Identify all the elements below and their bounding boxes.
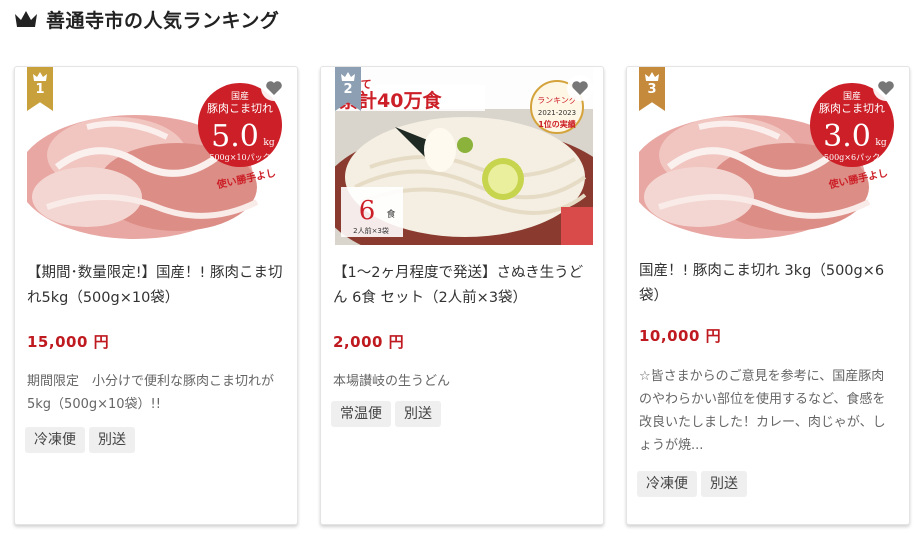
product-description: 本場讃岐の生うどん	[333, 374, 451, 389]
product-card[interactable]: 国産 豚肉こま切れ 3.0 kg 500g×6パック 使い勝手よし 3 国産！!…	[626, 66, 910, 525]
award-years: 2021-2023	[538, 109, 576, 117]
crown-icon	[15, 11, 37, 27]
tag-badge: 冷凍便	[25, 427, 85, 453]
crown-icon	[341, 72, 355, 81]
award-sub: 1位の実績	[538, 119, 576, 129]
product-image[interactable]: ばれて 累計40万食 ランキング 2021-2023 1位の実績 6 食 2人前…	[335, 67, 593, 245]
favorite-button[interactable]	[261, 75, 287, 101]
rank-number: 3	[647, 82, 657, 97]
heart-icon	[572, 81, 588, 95]
product-image[interactable]: 国産 豚肉こま切れ 3.0 kg 500g×6パック 使い勝手よし	[639, 67, 897, 245]
product-image[interactable]: 国産 豚肉こま切れ 5.0 kg 500g×10パック 使い勝手よし	[27, 67, 285, 245]
ranking-header: 善通寺市の人気ランキング	[14, 6, 279, 32]
product-name[interactable]: 【1～2ヶ月程度で発送】さぬき生うどん 6食 セット（2人前×3袋）	[333, 261, 595, 311]
favorite-button[interactable]	[567, 75, 593, 101]
crown-icon	[645, 72, 659, 81]
badge-line1: 国産	[231, 90, 249, 102]
tag-list: 常温便 別送	[331, 401, 445, 427]
product-price: 10,000 円	[639, 327, 722, 345]
badge-line1: 国産	[843, 90, 861, 102]
badge-amount: 3.0	[823, 119, 871, 154]
tag-badge: 別送	[701, 471, 747, 497]
product-price: 15,000 円	[27, 333, 110, 351]
serving-sub: 2人前×3袋	[353, 226, 389, 235]
serving-unit: 食	[386, 208, 395, 220]
tag-badge: 冷凍便	[637, 471, 697, 497]
crown-icon	[33, 72, 47, 81]
badge-sub: 500g×10パック	[209, 153, 270, 162]
badge-sub: 500g×6パック	[824, 153, 880, 162]
badge-amount: 5.0	[211, 119, 259, 154]
favorite-button[interactable]	[873, 75, 899, 101]
tag-badge: 別送	[395, 401, 441, 427]
page-title: 善通寺市の人気ランキング	[46, 9, 280, 32]
tag-list: 冷凍便 別送	[637, 471, 751, 497]
tag-badge: 別送	[89, 427, 135, 453]
badge-line2: 豚肉こま切れ	[207, 102, 273, 115]
tag-list: 冷凍便 別送	[25, 427, 139, 453]
badge-unit: kg	[875, 138, 886, 148]
heart-icon	[878, 81, 894, 95]
rank-number: 2	[343, 82, 353, 97]
product-name[interactable]: 【期間･数量限定!】国産！! 豚肉こま切れ5kg（500g×10袋）	[27, 261, 289, 311]
serving-main: 6	[359, 196, 376, 226]
product-description: ☆皆さまからのご意見を参考に、国産豚肉のやわらかい部位を使用するなど、食感を改良…	[639, 369, 886, 453]
product-card[interactable]: ばれて 累計40万食 ランキング 2021-2023 1位の実績 6 食 2人前…	[320, 66, 604, 525]
product-description: 期間限定 小分けで便利な豚肉こま切れが5kg（500g×10袋）!!	[27, 374, 275, 412]
rank-number: 1	[35, 82, 45, 97]
heart-icon	[266, 81, 282, 95]
product-name[interactable]: 国産！! 豚肉こま切れ 3kg（500g×6袋）	[639, 259, 901, 309]
product-card[interactable]: 国産 豚肉こま切れ 5.0 kg 500g×10パック 使い勝手よし 1 【期間…	[14, 66, 298, 525]
badge-unit: kg	[263, 138, 274, 148]
product-price: 2,000 円	[333, 333, 405, 351]
badge-line2: 豚肉こま切れ	[819, 102, 885, 115]
tag-badge: 常温便	[331, 401, 391, 427]
